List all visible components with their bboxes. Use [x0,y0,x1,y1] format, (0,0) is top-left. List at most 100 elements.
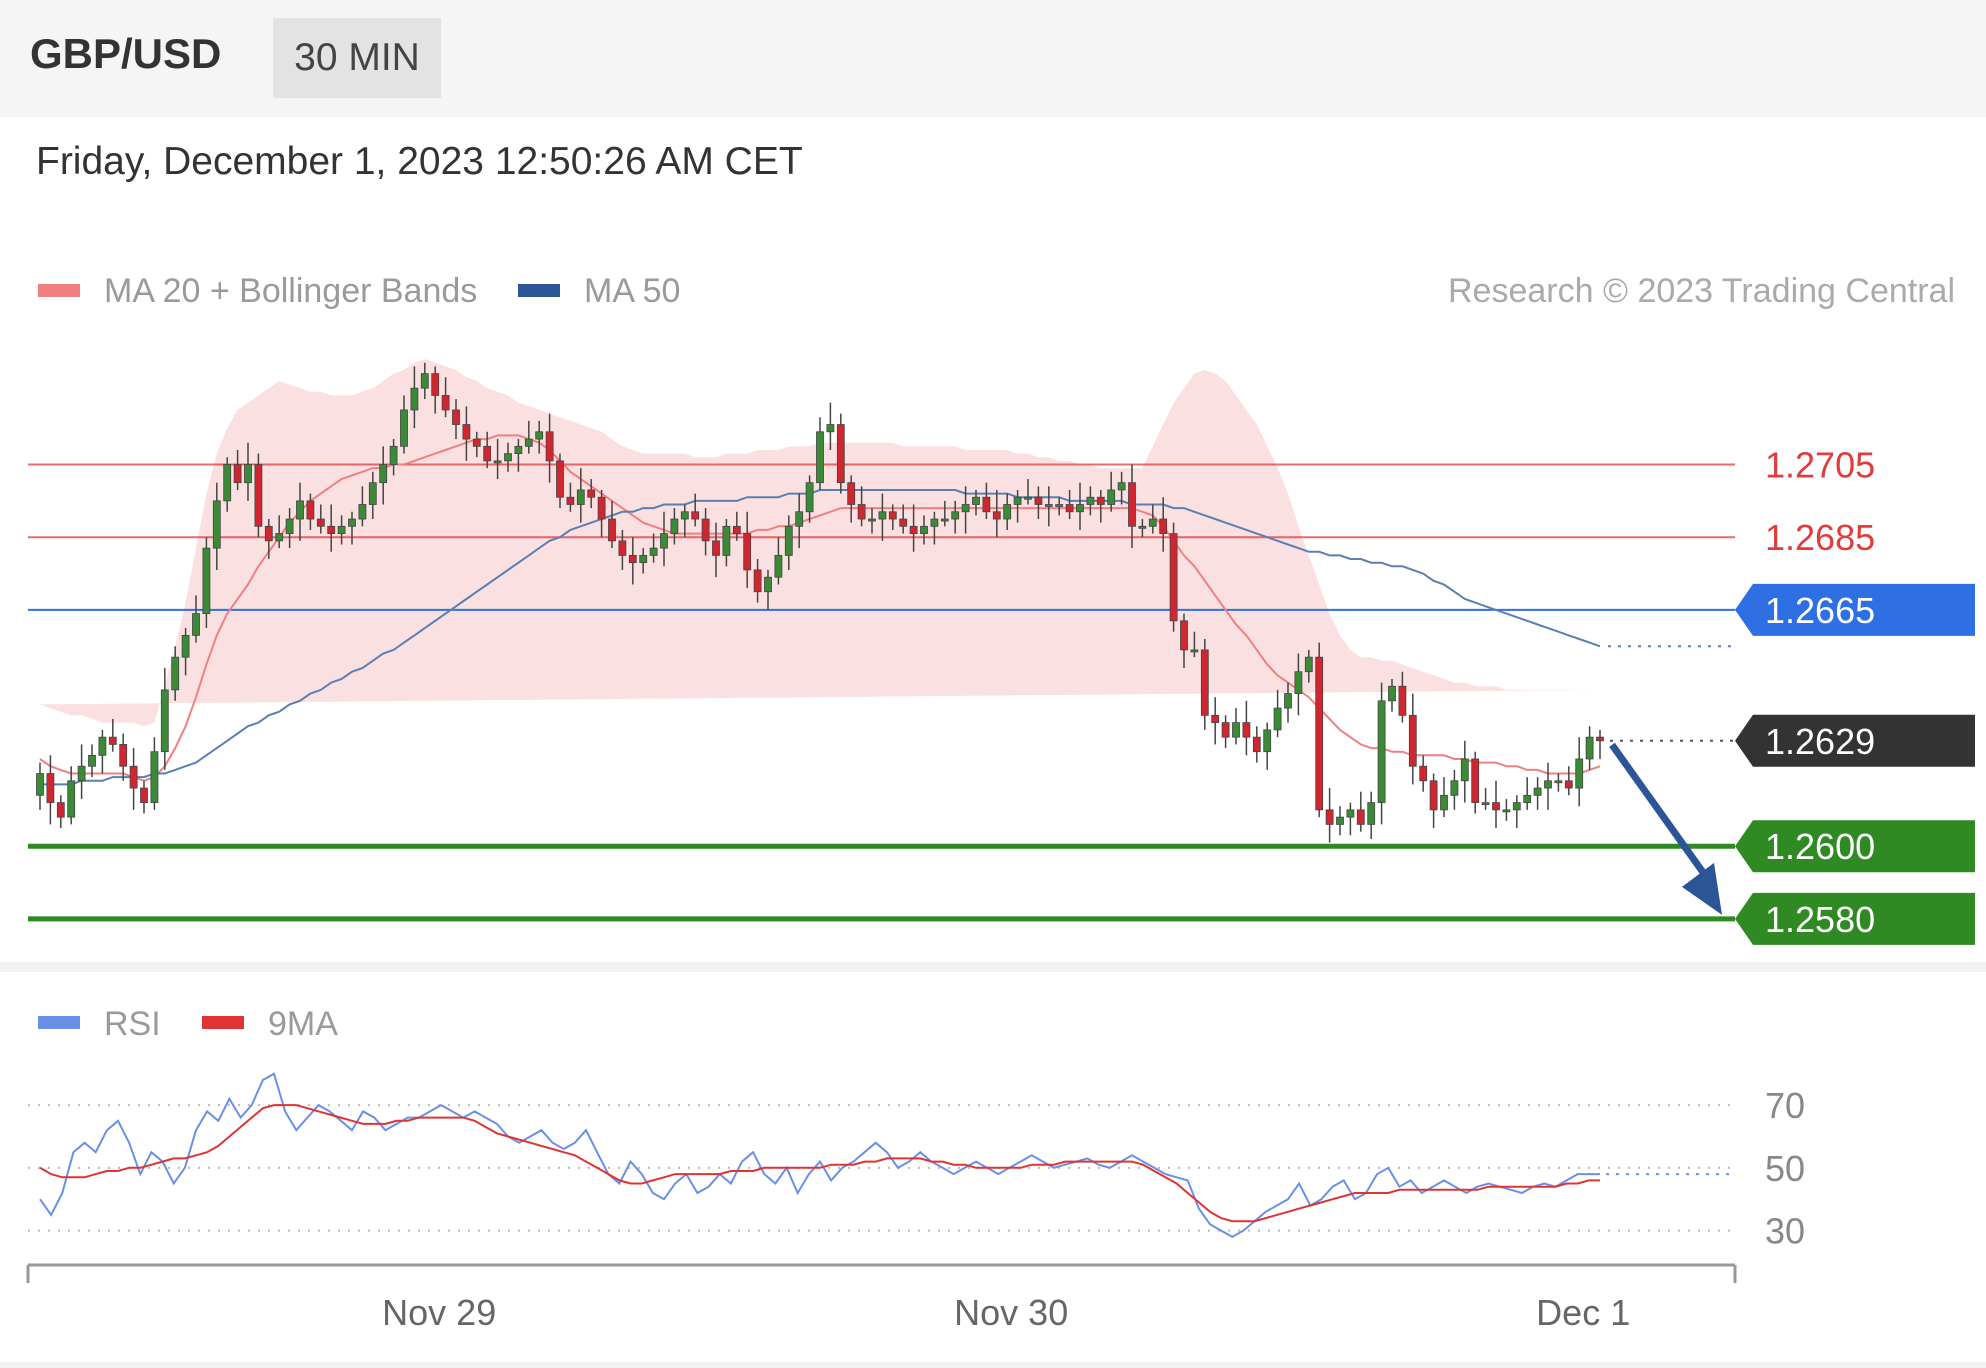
legend-label-0: MA 20 + Bollinger Bands [104,272,477,310]
candle-body [358,504,367,520]
candle-body [1252,736,1261,753]
candle-body [1044,504,1053,507]
candle-body [1148,518,1157,527]
candle-body [1263,729,1272,753]
candle-body [940,518,949,522]
candle-body [1523,794,1532,803]
candle-body [327,525,336,534]
candle-body [88,754,96,767]
candle-body [244,464,252,484]
candle-body [764,576,772,593]
candle-body [285,518,294,534]
level-label-1.2665: 1.2665 [1765,590,1875,631]
candle-body [483,445,492,462]
x-tick-label-0: Nov 29 [382,1292,496,1333]
candle-body [192,613,200,636]
bollinger-band [40,359,1600,727]
x-tick-label-1: Nov 30 [954,1292,1068,1333]
candle-body [1086,496,1095,505]
candle-body [514,445,523,454]
candle-body [1024,496,1032,500]
candle-body [722,525,731,556]
candle-body [961,504,970,513]
candle-body [1575,758,1584,789]
candle-body [1294,671,1303,694]
candle-body [410,387,419,411]
level-label-1.2580: 1.2580 [1765,899,1875,940]
candle-body [1242,722,1251,738]
candle-body [753,569,762,593]
candle-body [1065,504,1074,513]
candle-body [1367,802,1376,825]
candle-body [316,518,325,527]
candle-body [212,500,221,549]
rsi-legend-swatch-1 [202,1016,244,1029]
rsi-tick-70: 70 [1765,1085,1805,1126]
candle-body [545,431,554,462]
candle-body [1564,780,1573,789]
candle-body [1003,504,1012,520]
level-label-1.2600: 1.2600 [1765,826,1875,867]
candle-body [795,511,804,527]
candle-body [1055,504,1064,507]
candle-body [129,765,138,789]
candle-body [1180,620,1188,651]
chart-canvas: MA 20 + Bollinger Bands MA 50 Research © 2… [26,272,1975,1333]
candle-body [36,773,44,796]
candle-body [784,525,793,556]
candle-body [1325,809,1334,825]
candle-body [743,533,752,571]
candle-body [181,634,190,658]
legend-label-1: MA 50 [584,272,680,310]
level-label-1.2685: 1.2685 [1765,517,1875,558]
candle-body [67,780,76,818]
candle-body [348,518,356,527]
candle-body [1107,489,1116,505]
candle-body [857,504,866,520]
rsi-legend-label-0: RSI [104,1005,161,1043]
candle-body [1533,787,1542,796]
candle-body [119,744,128,767]
candle-body [400,409,408,447]
candle-body [1408,714,1417,767]
candle-body [1034,496,1043,505]
candle-body [1221,722,1230,738]
candle-body [1492,802,1500,811]
candle-body [56,802,65,818]
candle-body [379,464,388,484]
candle-body [566,496,575,505]
candle-body [660,533,668,549]
candle-body [972,496,980,505]
candle-body [670,518,679,534]
candle-body [1273,707,1282,731]
candle-body [1076,504,1084,513]
rsi-legend-label-1: 9MA [268,1005,338,1043]
candle-body [1388,685,1396,702]
candle-body [847,482,856,505]
candle-body [296,500,304,520]
candle-body [223,464,232,502]
candle-body [951,511,960,520]
candle-body [1460,758,1469,782]
level-label-1.2705: 1.2705 [1765,445,1875,486]
candle-body [826,424,835,433]
candle-body [691,511,700,520]
candle-body [649,547,658,556]
credit-label: Research © 2023 Trading Central [1448,272,1955,310]
candle-body [389,445,398,465]
candle-body [1190,649,1199,653]
legend-swatch-1 [518,284,560,297]
candle-body [816,431,824,484]
candle-body [1429,780,1438,811]
candle-body [836,424,845,484]
candle-body [77,765,86,782]
candle-body [1284,693,1292,709]
candle-body [576,489,585,505]
candle-body [504,453,512,462]
candle-body [441,395,450,411]
candle-body [639,554,648,564]
candle-body [1096,496,1105,505]
candle-body [493,460,502,464]
candle-body [1481,802,1490,805]
candle-body [452,409,460,425]
